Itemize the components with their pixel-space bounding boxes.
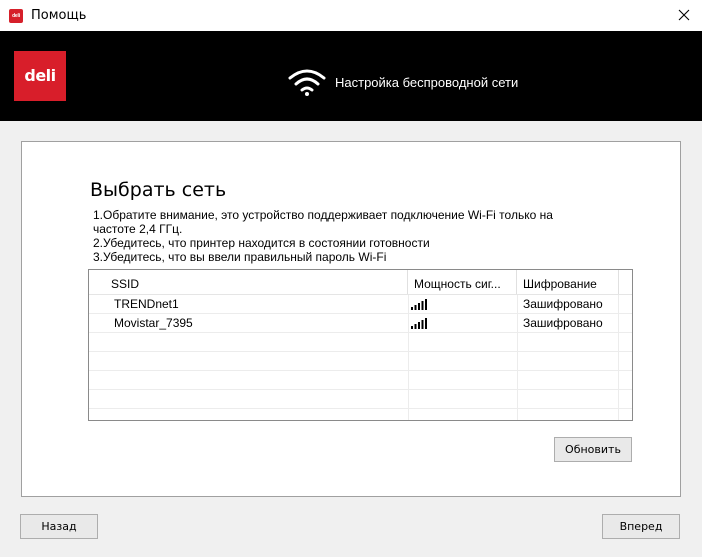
title-bar: deli Помощь — [0, 0, 702, 31]
banner-title: Настройка беспроводной сети — [335, 75, 519, 90]
cell-signal — [409, 409, 518, 420]
instruction-line: 3.Убедитесь, что вы ввели правильный пар… — [93, 250, 387, 264]
instruction-line: 1.Обратите внимание, это устройство подд… — [93, 208, 553, 222]
section-title: Выбрать сеть — [90, 179, 227, 201]
cell-ssid — [89, 409, 409, 420]
cell-signal — [409, 295, 518, 313]
brand-logo: deli — [14, 51, 66, 101]
instruction-line: 2.Убедитесь, что принтер находится в сос… — [93, 236, 430, 250]
cell-encryption — [518, 390, 619, 408]
cell-ssid — [89, 333, 409, 351]
table-row[interactable] — [89, 333, 632, 352]
app-logo-icon: deli — [9, 9, 23, 23]
wifi-icon — [288, 69, 326, 96]
cell-ssid: Movistar_7395 — [89, 314, 409, 332]
header-banner: deli Настройка беспроводной сети — [0, 31, 702, 121]
cell-signal — [409, 333, 518, 351]
cell-encryption — [518, 409, 619, 420]
table-row[interactable] — [89, 390, 632, 409]
instructions: 1.Обратите внимание, это устройство подд… — [93, 208, 593, 264]
table-row[interactable]: Movistar_7395 Зашифровано — [89, 314, 632, 333]
column-header-signal[interactable]: Мощность сиг... — [409, 270, 517, 294]
table-row[interactable] — [89, 371, 632, 390]
cell-encryption: Зашифровано — [518, 295, 619, 313]
column-header-ssid[interactable]: SSID — [89, 270, 408, 294]
brand-logo-text: deli — [24, 66, 56, 85]
cell-encryption — [518, 333, 619, 351]
cell-encryption: Зашифровано — [518, 314, 619, 332]
cell-ssid: TRENDnet1 — [89, 295, 409, 313]
back-button[interactable]: Назад — [20, 514, 98, 539]
next-button[interactable]: Вперед — [602, 514, 680, 539]
cell-signal — [409, 371, 518, 389]
cell-ssid — [89, 352, 409, 370]
content-panel: Выбрать сеть 1.Обратите внимание, это ус… — [21, 141, 681, 497]
instruction-line: частоте 2,4 ГГц. — [93, 222, 183, 236]
table-row[interactable] — [89, 352, 632, 371]
cell-ssid — [89, 390, 409, 408]
cell-ssid — [89, 371, 409, 389]
signal-strength-icon — [411, 318, 427, 329]
signal-strength-icon — [411, 299, 427, 310]
cell-signal — [409, 390, 518, 408]
cell-signal — [409, 314, 518, 332]
table-row[interactable] — [89, 409, 632, 420]
close-button[interactable] — [666, 0, 702, 31]
table-row[interactable]: TRENDnet1 Зашифровано — [89, 295, 632, 314]
network-list[interactable]: SSID Мощность сиг... Шифрование TRENDnet… — [88, 269, 633, 421]
table-rows: TRENDnet1 Зашифровано Movistar_7395 Зашифро… — [89, 295, 632, 420]
cell-encryption — [518, 371, 619, 389]
column-header-encryption[interactable]: Шифрование — [518, 270, 619, 294]
window-title: Помощь — [31, 8, 87, 23]
table-header: SSID Мощность сиг... Шифрование — [89, 270, 632, 295]
close-icon — [678, 9, 690, 21]
cell-signal — [409, 352, 518, 370]
refresh-button[interactable]: Обновить — [554, 437, 632, 462]
cell-encryption — [518, 352, 619, 370]
